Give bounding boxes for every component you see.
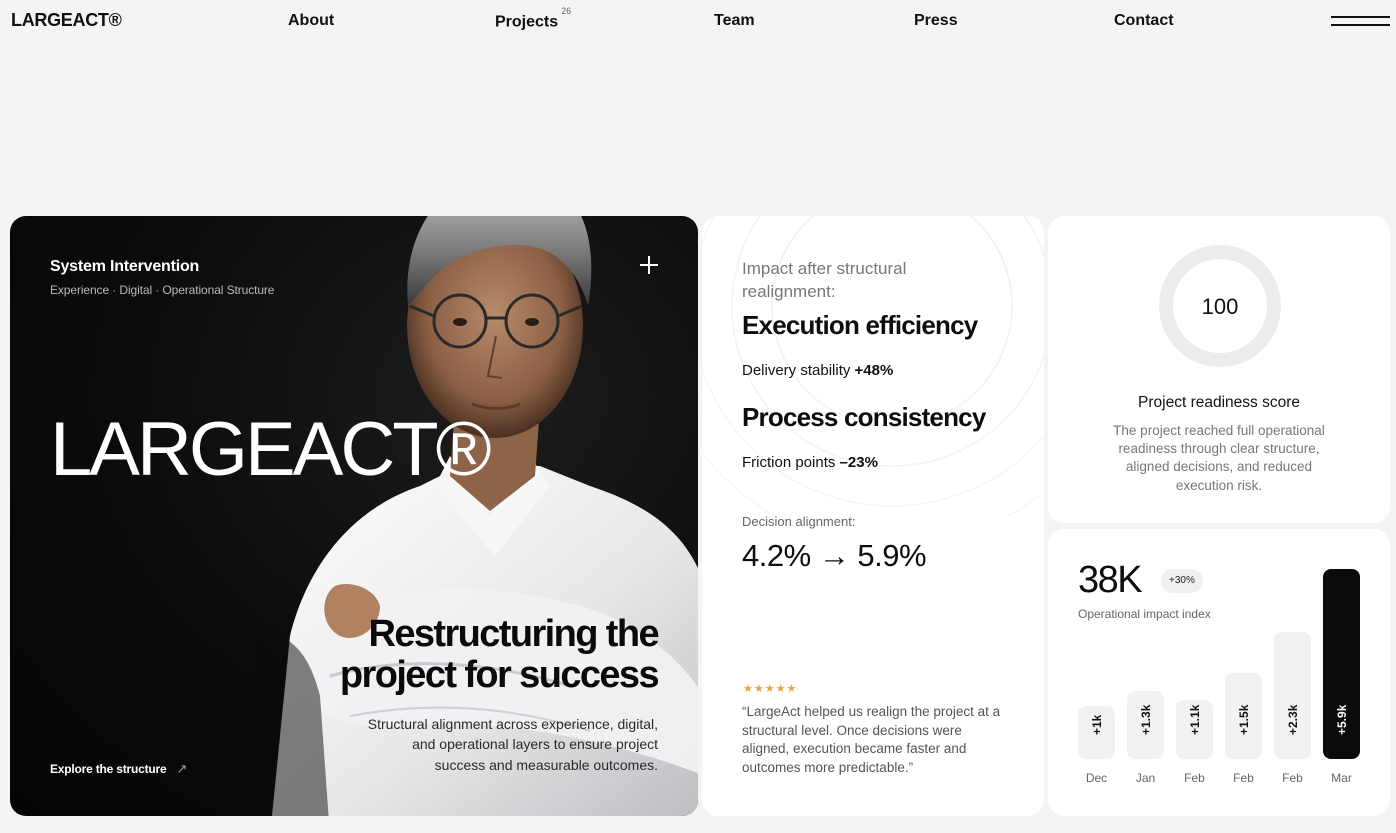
impact-bar-month: Mar bbox=[1331, 771, 1352, 785]
nav-item-about[interactable]: About bbox=[288, 12, 334, 30]
nav-item-label: Press bbox=[914, 12, 958, 29]
impact-bar-month: Feb bbox=[1282, 771, 1303, 785]
impact-bar: +1.1k bbox=[1176, 700, 1213, 759]
impact-bar: +1k bbox=[1078, 706, 1115, 759]
metric-label: Delivery stability bbox=[742, 362, 851, 379]
hero-subtitle: Experience · Digital · Operational Struc… bbox=[50, 283, 275, 297]
impact-bar-label: +1k bbox=[1089, 714, 1104, 735]
projects-count: 26 bbox=[561, 6, 572, 16]
logo[interactable]: LARGEACT® bbox=[11, 10, 122, 31]
impact-bar-label: +1.5k bbox=[1236, 704, 1251, 735]
metric-line: Delivery stability +48% bbox=[742, 362, 893, 379]
impact-bar-month: Jan bbox=[1135, 771, 1156, 785]
plus-icon[interactable] bbox=[638, 254, 660, 276]
impact-bar-label: +1.3k bbox=[1138, 704, 1153, 735]
cta-label: Explore the structure bbox=[50, 762, 167, 776]
nav-item-label: Projects bbox=[495, 13, 559, 31]
metric-title: Process consistency bbox=[742, 402, 986, 432]
impact-bar: +1.5k bbox=[1225, 673, 1262, 759]
nav-item-press[interactable]: Press bbox=[914, 12, 958, 30]
decision-value: 4.2% → 5.9% bbox=[742, 538, 927, 573]
hero-card: System Intervention Experience · Digital… bbox=[10, 216, 698, 816]
star-rating: ★★★★★ bbox=[743, 683, 798, 695]
impact-stats-card: Impact after structural realignment: Exe… bbox=[702, 216, 1044, 816]
impact-bar-label: +5.9k bbox=[1334, 704, 1349, 735]
arrow-up-right-icon: ↗ bbox=[176, 761, 188, 776]
hero-kicker: System Intervention bbox=[50, 258, 200, 275]
nav-item-projects[interactable]: Projects26 bbox=[495, 6, 571, 31]
impact-bar: +1.3k bbox=[1127, 691, 1164, 759]
impact-bar-chart: +1k Dec +1.3k Jan +1.1k Feb +1.5k Feb +2.3k Feb +5… bbox=[1048, 529, 1390, 816]
impact-bar-label: +1.1k bbox=[1187, 704, 1202, 735]
hero-body: Structural alignment across experience, … bbox=[367, 716, 658, 773]
hero-headline: Restructuring the project for success bbox=[339, 613, 660, 697]
impact-bar-month: Feb bbox=[1233, 771, 1254, 785]
metric-value: +48% bbox=[854, 362, 894, 379]
nav-item-label: About bbox=[288, 12, 335, 29]
hamburger-icon[interactable] bbox=[1331, 14, 1390, 28]
stats-intro: Impact after structural realignment: bbox=[742, 259, 907, 301]
metric-line: Friction points –23% bbox=[742, 454, 878, 471]
impact-bar: +2.3k bbox=[1274, 632, 1311, 759]
impact-bar-label: +2.3k bbox=[1285, 704, 1300, 735]
readiness-description: The project reached full operational rea… bbox=[1113, 423, 1325, 493]
metric-title: Execution efficiency bbox=[742, 310, 978, 340]
impact-bar-month: Dec bbox=[1085, 771, 1108, 785]
readiness-title: Project readiness score bbox=[1138, 394, 1300, 411]
nav-item-label: Team bbox=[714, 12, 755, 29]
top-nav: LARGEACT® About Projects26 Team Press Co… bbox=[0, 0, 1396, 42]
explore-structure-link[interactable]: Explore the structure ↗ bbox=[50, 761, 187, 777]
impact-bar: +5.9k bbox=[1323, 569, 1360, 759]
metric-label: Friction points bbox=[742, 454, 836, 471]
nav-item-contact[interactable]: Contact bbox=[1114, 12, 1174, 30]
decision-label: Decision alignment: bbox=[742, 514, 856, 529]
readiness-card: 100 Project readiness score The project … bbox=[1048, 216, 1390, 523]
testimonial-quote: “LargeAct helped us realign the project … bbox=[742, 704, 1001, 775]
impact-bar-month: Feb bbox=[1184, 771, 1205, 785]
hero-brand: LARGEACT® bbox=[50, 407, 492, 492]
nav-item-team[interactable]: Team bbox=[714, 12, 755, 30]
impact-index-card: 38K +30% Operational impact index +1k Dec… bbox=[1048, 529, 1390, 816]
metric-value: –23% bbox=[839, 454, 878, 471]
nav-item-label: Contact bbox=[1114, 12, 1174, 29]
readiness-score: 100 bbox=[1201, 294, 1239, 319]
